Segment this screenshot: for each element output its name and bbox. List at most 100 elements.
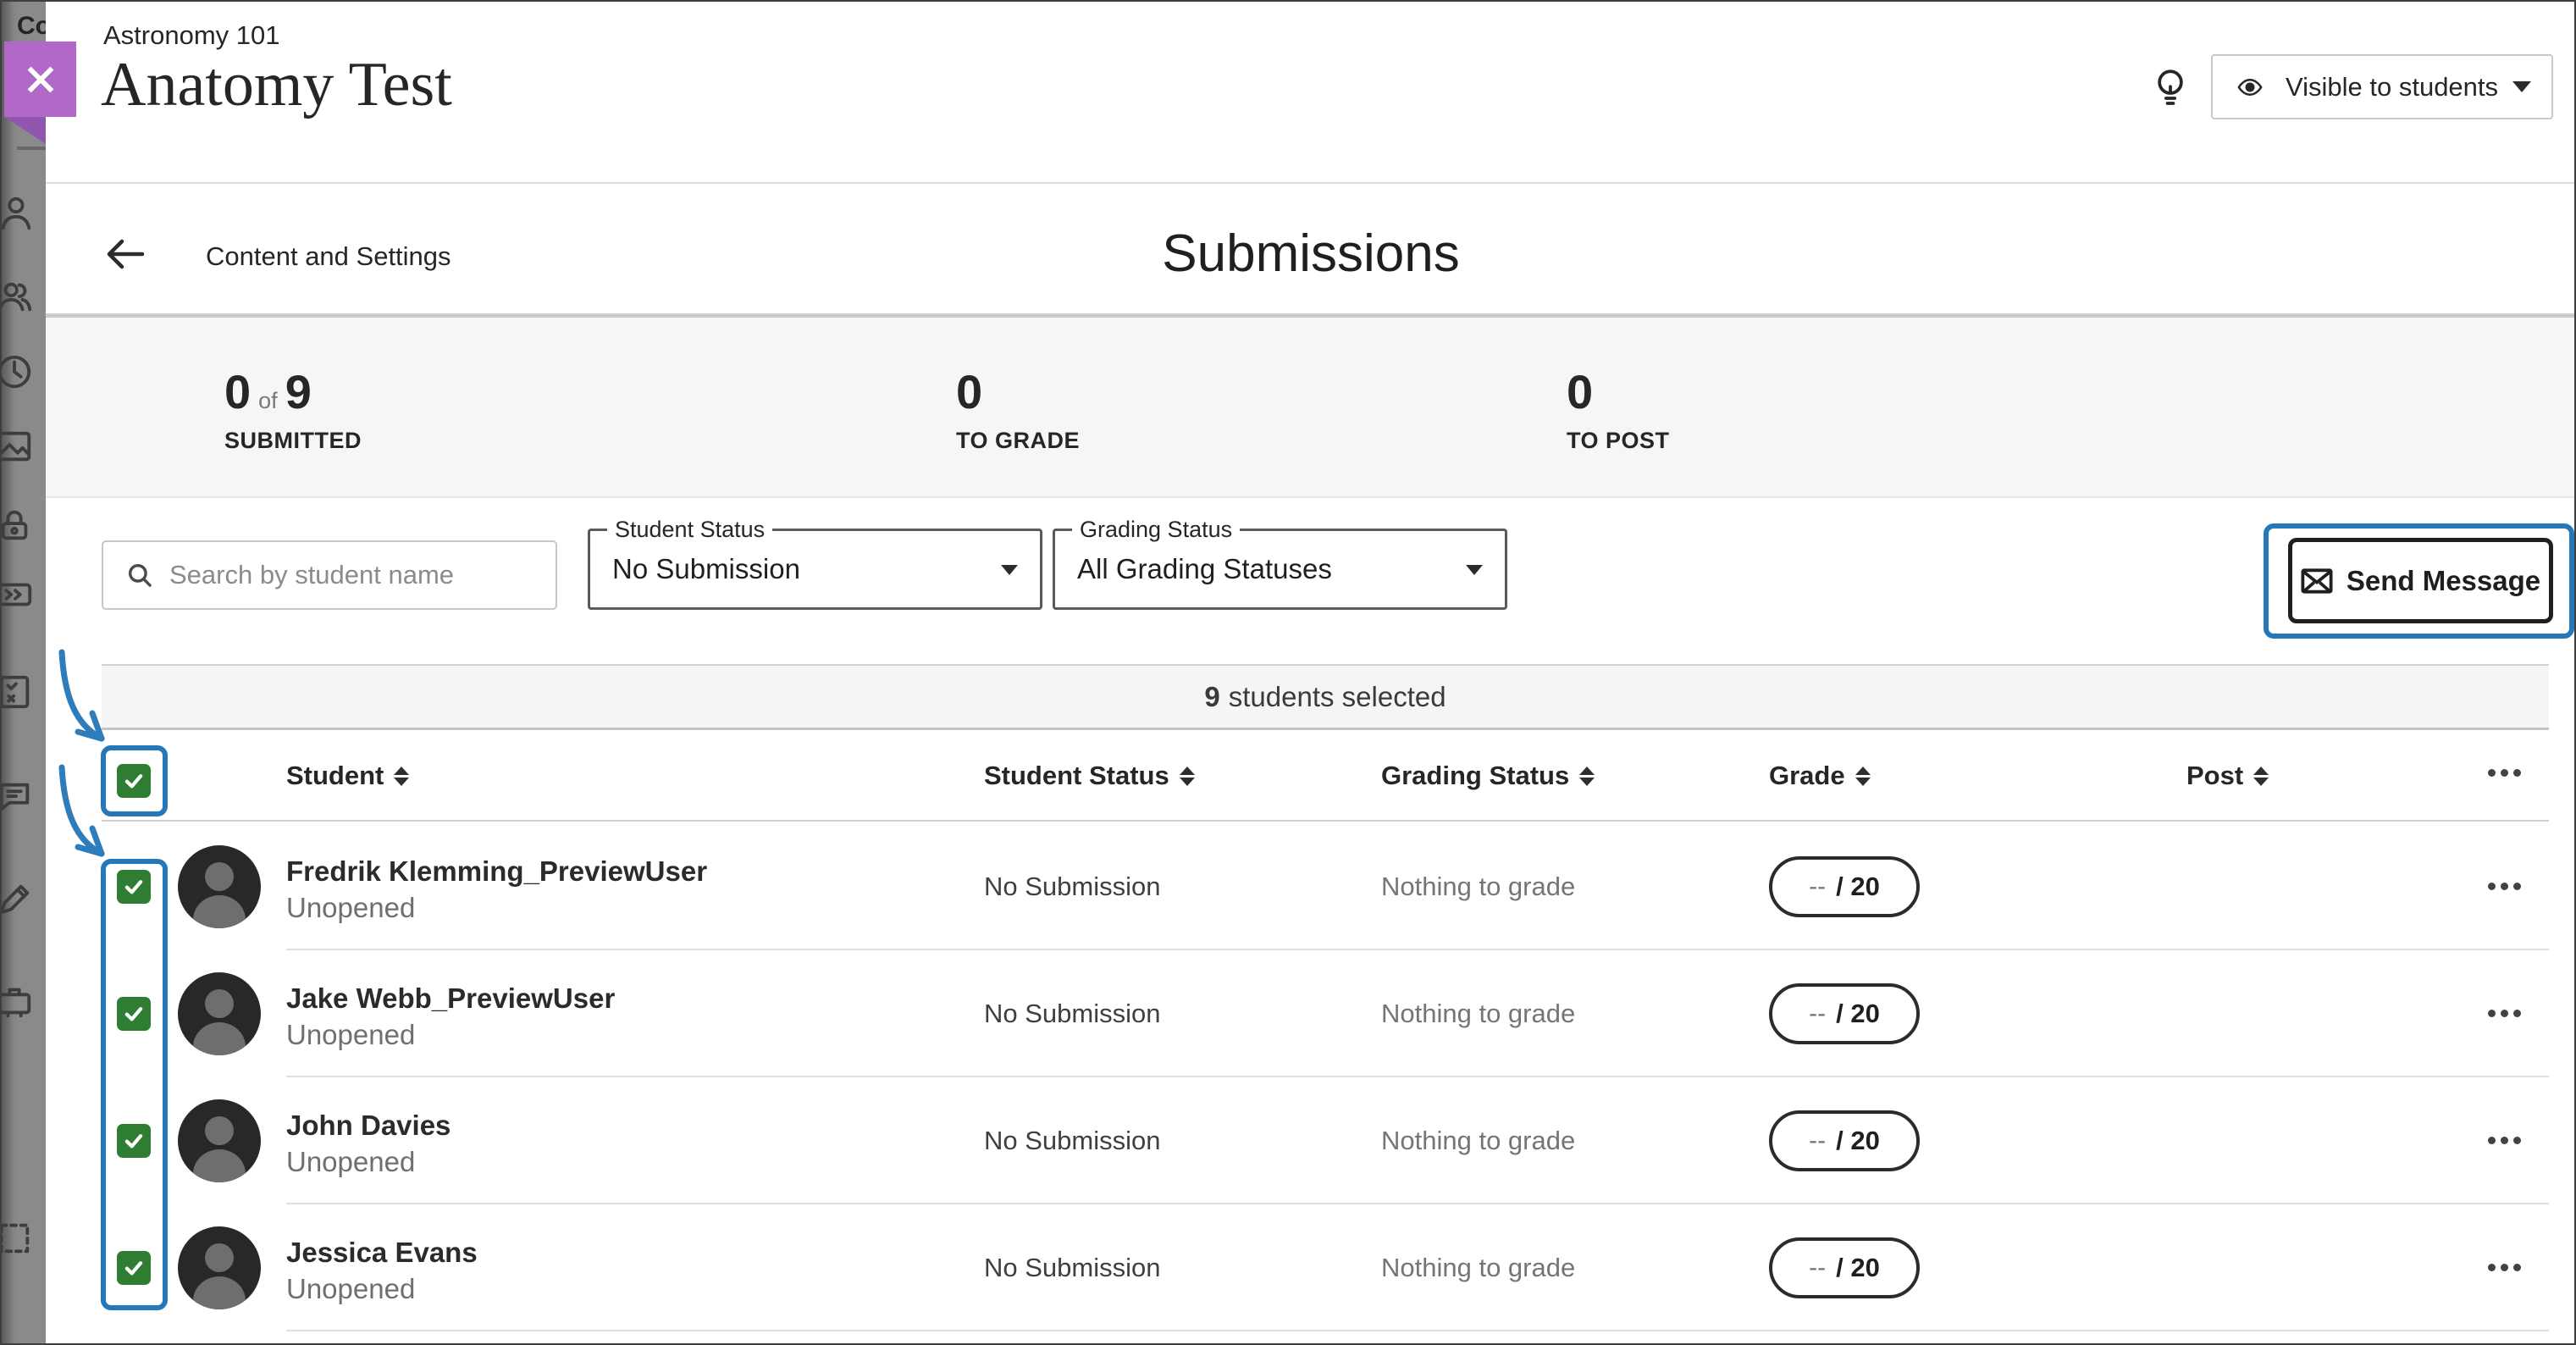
student-status-cell: No Submission bbox=[984, 823, 1160, 950]
stat-label: TO GRADE bbox=[956, 428, 1080, 454]
row-checkbox[interactable] bbox=[117, 1124, 151, 1158]
stat-value: 0 bbox=[224, 368, 251, 416]
send-message-label: Send Message bbox=[2347, 565, 2540, 597]
check-icon bbox=[122, 1002, 146, 1026]
grade-pill[interactable]: -- / 20 bbox=[1769, 1110, 1920, 1171]
student-name-block: Jake Webb_PreviewUser Unopened bbox=[286, 982, 615, 1051]
row-options-menu[interactable] bbox=[2488, 1010, 2521, 1017]
avatar bbox=[178, 972, 261, 1055]
section-title: Submissions bbox=[46, 224, 2576, 284]
column-header-post[interactable]: Post bbox=[2186, 730, 2269, 822]
chat-icon[interactable] bbox=[2, 778, 34, 817]
grade-total: / 20 bbox=[1836, 999, 1880, 1029]
stat-to-grade: 0 TO GRADE bbox=[956, 368, 1080, 454]
lock-icon[interactable] bbox=[2, 506, 34, 545]
student-name-block: Fredrik Klemming_PreviewUser Unopened bbox=[286, 855, 707, 924]
row-checkbox[interactable] bbox=[117, 870, 151, 904]
course-name: Astronomy 101 bbox=[103, 20, 280, 51]
avatar bbox=[178, 845, 261, 928]
stat-submitted: 0 of 9 SUBMITTED bbox=[224, 368, 362, 454]
row-options-menu[interactable] bbox=[2488, 883, 2521, 890]
select-all-checkbox[interactable] bbox=[117, 764, 151, 798]
arrow-to-select-all bbox=[62, 652, 102, 739]
document-check-icon[interactable] bbox=[2, 672, 34, 711]
close-icon bbox=[23, 62, 58, 97]
sort-icon bbox=[1855, 767, 1871, 786]
column-header-grade[interactable]: Grade bbox=[1769, 730, 1871, 822]
sort-icon bbox=[1180, 767, 1195, 786]
visibility-label: Visible to students bbox=[2286, 72, 2498, 102]
page-title: Anatomy Test bbox=[101, 49, 452, 121]
grade-total: / 20 bbox=[1836, 872, 1880, 902]
stat-to-post: 0 TO POST bbox=[1567, 368, 1670, 454]
grading-status-cell: Nothing to grade bbox=[1381, 1204, 1575, 1331]
check-icon bbox=[122, 1129, 146, 1153]
table-options-menu[interactable] bbox=[2488, 769, 2521, 777]
table-row[interactable]: Jessica Evans Unopened No Submission Not… bbox=[2, 1204, 2576, 1331]
student-substatus: Unopened bbox=[286, 1273, 478, 1305]
stat-label: TO POST bbox=[1567, 428, 1670, 454]
search-input[interactable] bbox=[168, 559, 527, 591]
lightbulb-icon[interactable] bbox=[2153, 68, 2188, 108]
grade-total: / 20 bbox=[1836, 1253, 1880, 1283]
column-header-student-status[interactable]: Student Status bbox=[984, 730, 1195, 822]
grade-pill[interactable]: -- / 20 bbox=[1769, 856, 1920, 917]
rail-peek-text: Co bbox=[17, 12, 46, 41]
student-name-block: Jessica Evans Unopened bbox=[286, 1237, 478, 1305]
grading-status-select[interactable]: Grading Status All Grading Statuses bbox=[1053, 529, 1507, 610]
student-status-cell: No Submission bbox=[984, 1204, 1160, 1331]
grade-pill[interactable]: -- / 20 bbox=[1769, 1237, 1920, 1298]
selection-summary-bar: 9 students selected bbox=[102, 664, 2549, 730]
student-status-select[interactable]: Student Status No Submission bbox=[588, 529, 1042, 610]
chevron-down-icon bbox=[2512, 81, 2531, 92]
student-name-block: John Davies Unopened bbox=[286, 1110, 451, 1178]
visibility-dropdown[interactable]: Visible to students bbox=[2211, 54, 2553, 119]
sort-icon bbox=[1579, 767, 1595, 786]
grading-status-value: All Grading Statuses bbox=[1077, 531, 1332, 607]
row-checkbox[interactable] bbox=[117, 1251, 151, 1285]
student-name: Jake Webb_PreviewUser bbox=[286, 982, 615, 1015]
chevron-down-icon bbox=[1001, 565, 1018, 575]
code-icon[interactable] bbox=[2, 575, 34, 614]
image-icon[interactable] bbox=[2, 427, 34, 466]
header-divider bbox=[46, 182, 2576, 184]
column-header-grading-status[interactable]: Grading Status bbox=[1381, 730, 1595, 822]
send-message-button[interactable]: Send Message bbox=[2288, 538, 2553, 623]
stat-value: 0 bbox=[956, 368, 982, 416]
grade-placeholder: -- bbox=[1809, 1254, 1826, 1282]
column-label: Grading Status bbox=[1381, 761, 1569, 791]
student-status-cell: No Submission bbox=[984, 1077, 1160, 1204]
selection-count: 9 bbox=[1204, 681, 1219, 713]
row-options-menu[interactable] bbox=[2488, 1137, 2521, 1144]
check-icon bbox=[122, 1256, 146, 1280]
grading-status-cell: Nothing to grade bbox=[1381, 950, 1575, 1077]
clock-icon[interactable] bbox=[2, 352, 34, 391]
grade-total: / 20 bbox=[1836, 1126, 1880, 1156]
column-header-student[interactable]: Student bbox=[286, 730, 409, 822]
student-name: John Davies bbox=[286, 1110, 451, 1142]
close-panel-button[interactable] bbox=[4, 42, 76, 117]
table-row[interactable]: John Davies Unopened No Submission Nothi… bbox=[2, 1077, 2576, 1204]
sort-icon bbox=[394, 767, 409, 786]
grade-placeholder: -- bbox=[1809, 999, 1826, 1028]
check-icon bbox=[122, 875, 146, 899]
avatar bbox=[178, 1099, 261, 1182]
sort-icon bbox=[2253, 767, 2269, 786]
chevron-down-icon bbox=[1466, 565, 1483, 575]
row-options-menu[interactable] bbox=[2488, 1264, 2521, 1271]
people-icon[interactable] bbox=[2, 277, 34, 316]
selection-label: students selected bbox=[1229, 681, 1446, 713]
check-icon bbox=[122, 769, 146, 793]
column-label: Student bbox=[286, 761, 384, 791]
row-checkbox[interactable] bbox=[117, 997, 151, 1031]
person-icon[interactable] bbox=[2, 194, 34, 233]
table-row[interactable]: Jake Webb_PreviewUser Unopened No Submis… bbox=[2, 950, 2576, 1077]
grading-status-cell: Nothing to grade bbox=[1381, 823, 1575, 950]
grading-status-cell: Nothing to grade bbox=[1381, 1077, 1575, 1204]
table-row[interactable]: Fredrik Klemming_PreviewUser Unopened No… bbox=[2, 823, 2576, 950]
grade-placeholder: -- bbox=[1809, 1126, 1826, 1155]
envelope-icon bbox=[2301, 567, 2333, 595]
grade-pill[interactable]: -- / 20 bbox=[1769, 983, 1920, 1044]
stat-value: 0 bbox=[1567, 368, 1593, 416]
student-substatus: Unopened bbox=[286, 1019, 615, 1051]
